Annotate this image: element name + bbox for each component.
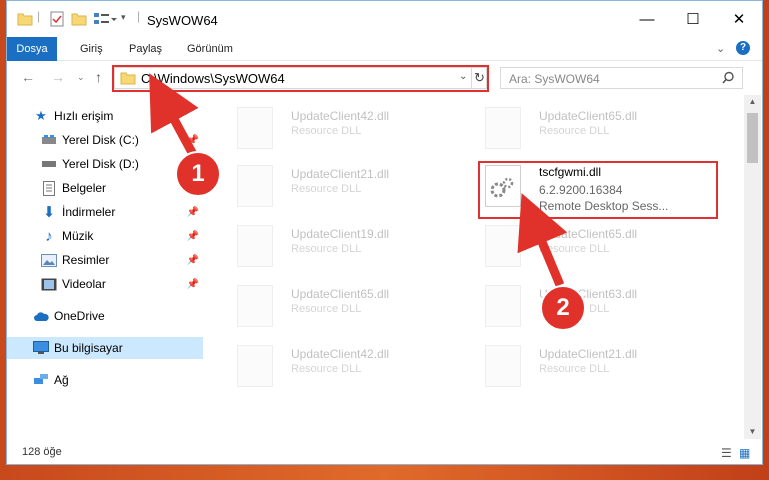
step-1-badge: 1 (175, 151, 221, 197)
arrow-to-file (517, 193, 568, 287)
step-2-badge: 2 (540, 285, 586, 331)
arrow-to-address-bar (149, 73, 199, 161)
annotation-arrows (149, 73, 568, 287)
